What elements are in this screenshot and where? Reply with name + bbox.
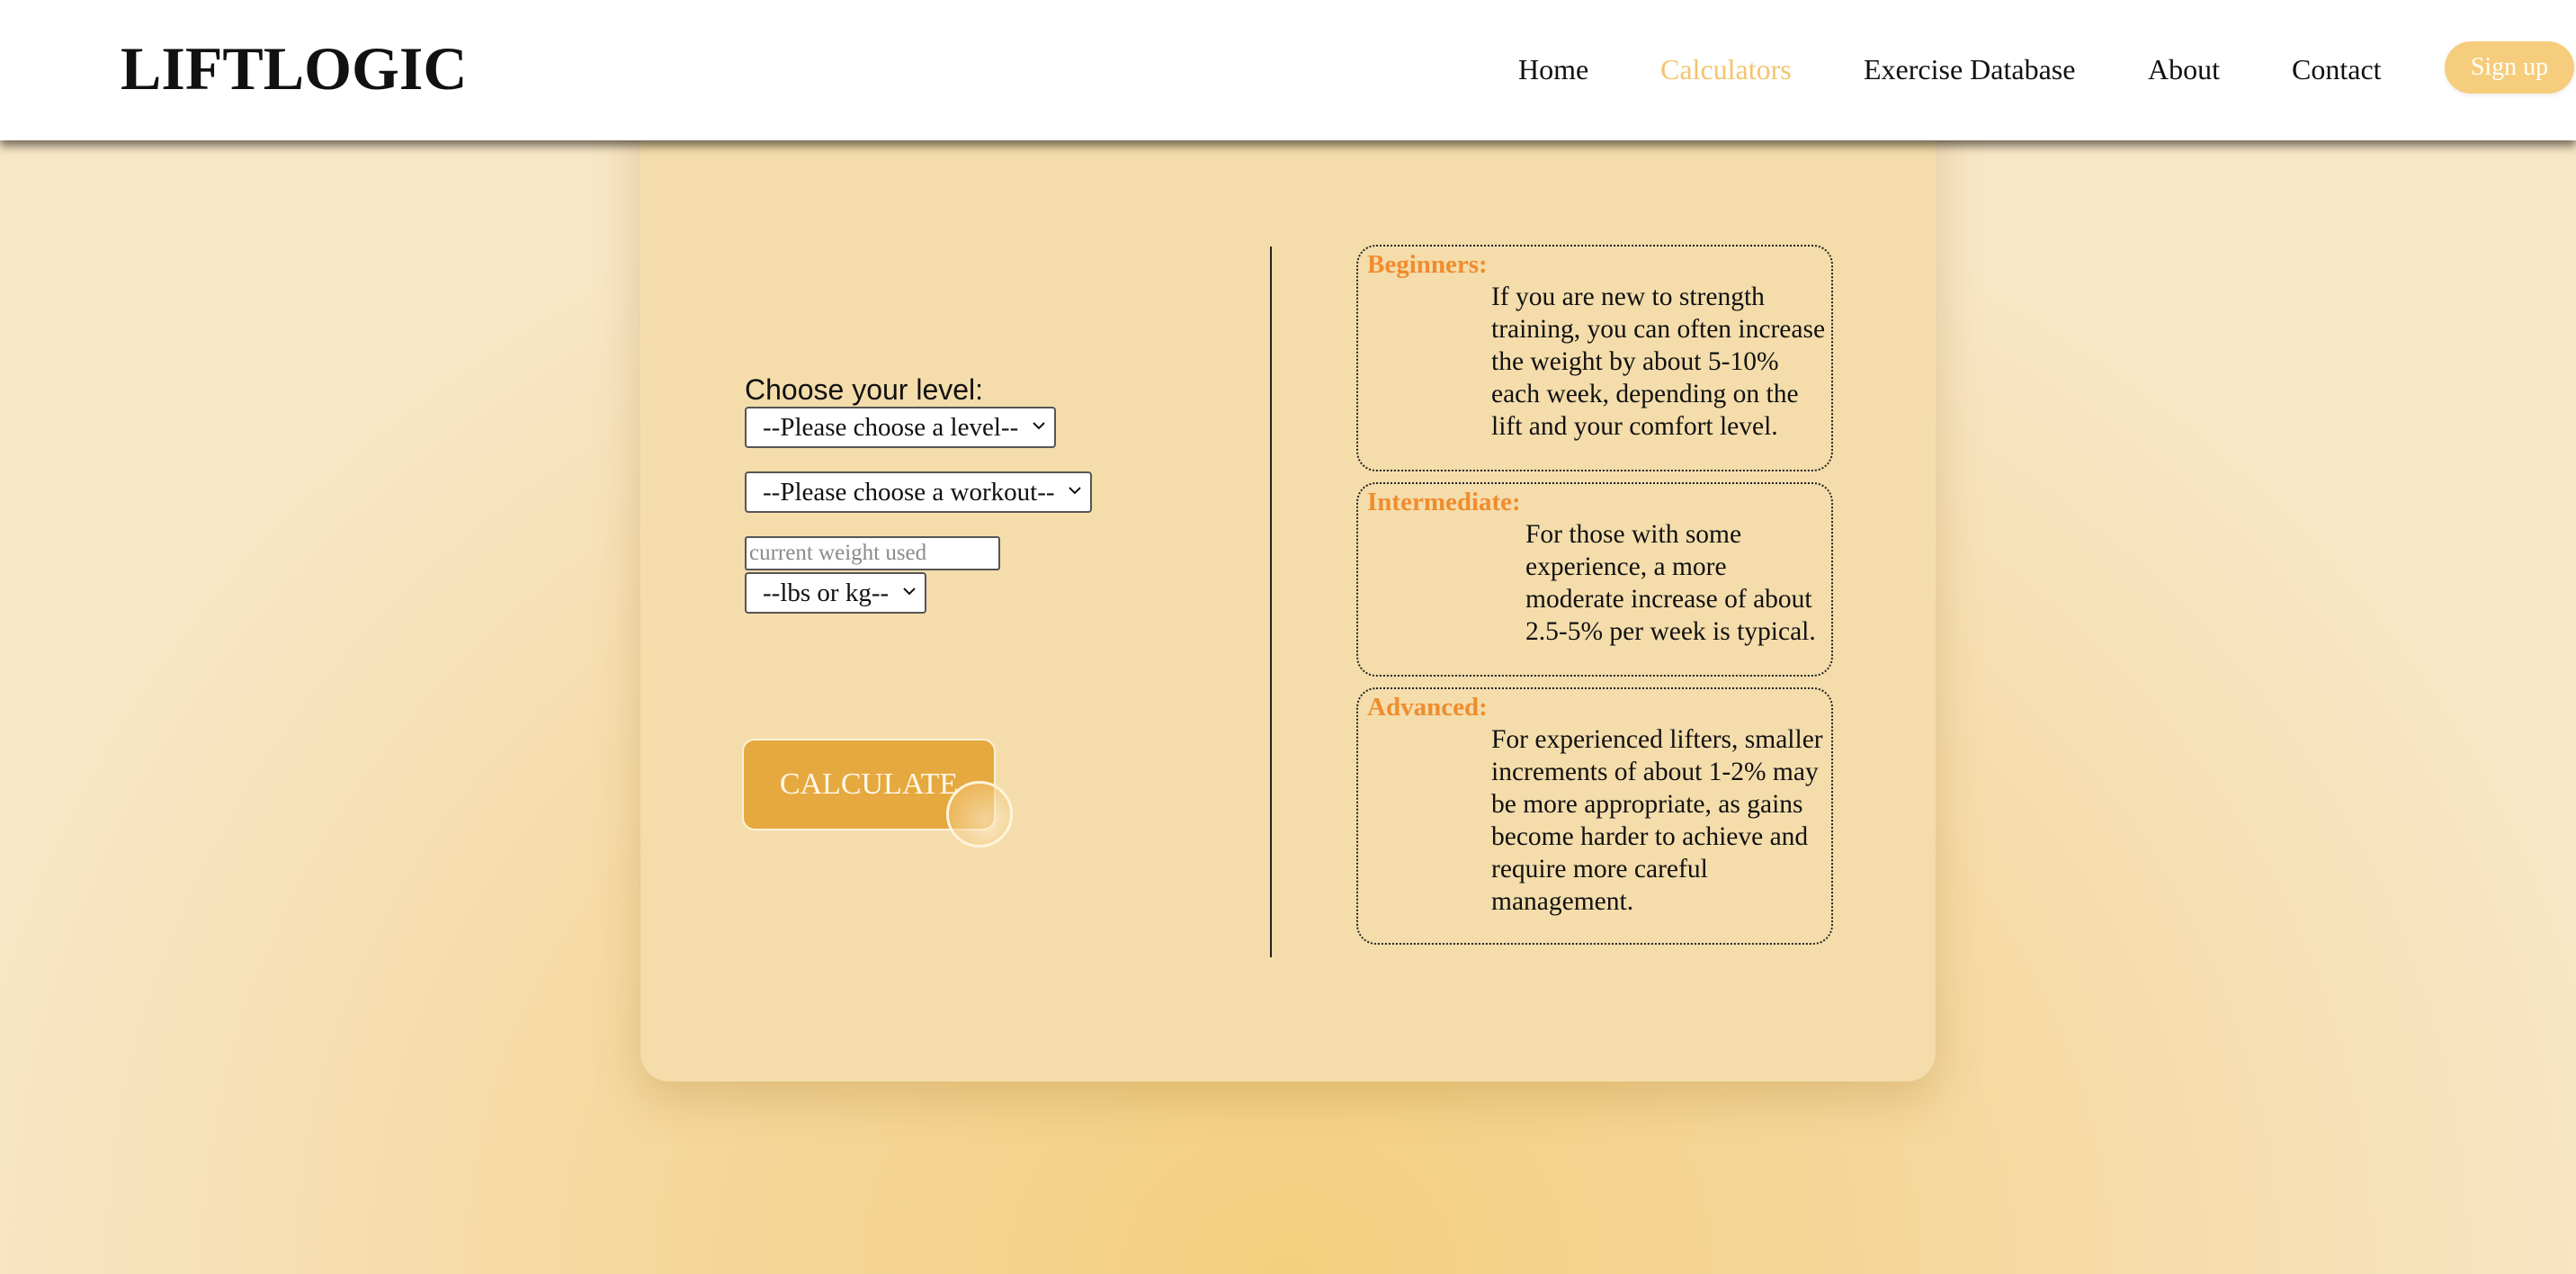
vertical-divider [1270,247,1272,957]
chevron-down-icon [903,588,916,596]
workout-select[interactable]: --Please choose a workout-- [745,471,1092,513]
level-label: Choose your level: [745,373,984,406]
beginners-title: Beginners: [1367,250,1488,279]
current-weight-input[interactable] [745,536,1000,570]
advanced-info-box: Advanced: For experienced lifters, small… [1356,687,1833,945]
advanced-title: Advanced: [1367,693,1488,722]
site-header: LIFTLOGIC Home Calculators Exercise Data… [0,0,2576,140]
chevron-down-icon [1069,487,1081,495]
workout-select-value: --Please choose a workout-- [763,478,1055,507]
signup-button[interactable]: Sign up [2445,41,2574,94]
beginners-text: If you are new to strength training, you… [1491,283,1826,441]
nav-home-link[interactable]: Home [1518,45,1588,94]
click-ripple [946,781,1013,848]
advanced-text: For experienced lifters, smaller increme… [1491,725,1823,916]
nav-exercise-database-link[interactable]: Exercise Database [1864,45,2075,94]
beginners-info-box: Beginners: If you are new to strength tr… [1356,245,1833,471]
intermediate-info-box: Intermediate: For those with some experi… [1356,482,1833,677]
unit-select[interactable]: --lbs or kg-- [745,572,926,614]
nav-calculators-link[interactable]: Calculators [1660,45,1792,94]
nav-about-link[interactable]: About [2148,45,2220,94]
chevron-down-icon [1033,422,1045,430]
level-select-value: --Please choose a level-- [763,413,1019,442]
nav-contact-link[interactable]: Contact [2292,45,2382,94]
intermediate-title: Intermediate: [1367,488,1521,516]
unit-select-value: --lbs or kg-- [763,579,890,607]
main-nav: Home Calculators Exercise Database About… [0,45,2576,94]
intermediate-text: For those with some experience, a more m… [1525,520,1816,646]
level-select[interactable]: --Please choose a level-- [745,407,1056,448]
